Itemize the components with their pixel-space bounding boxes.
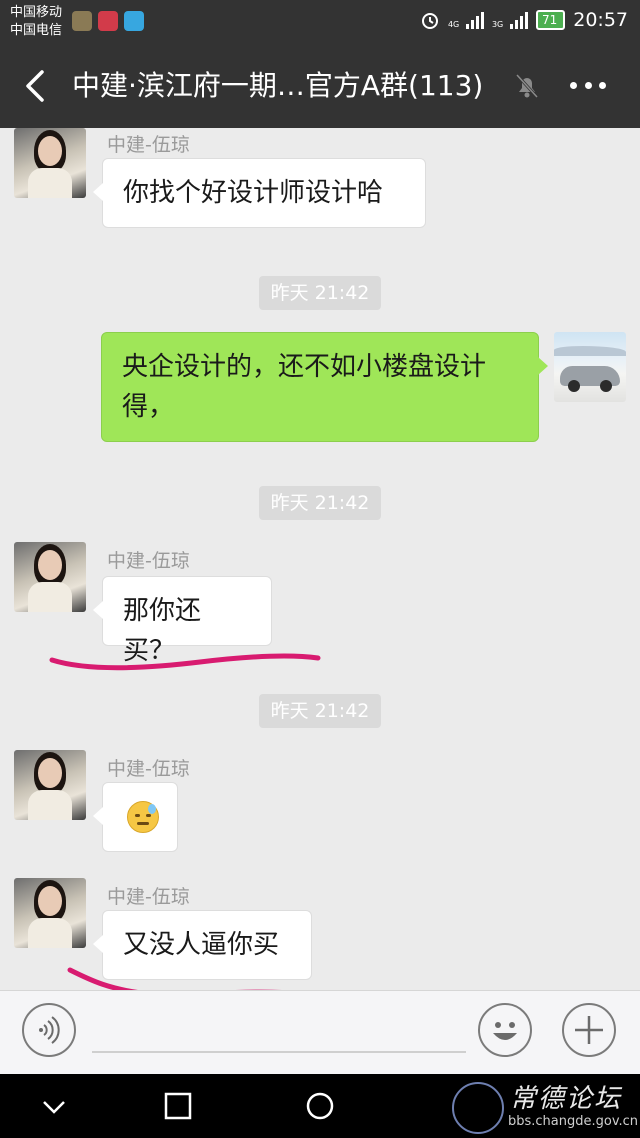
message-text-line-1: 央企设计的，还不如小楼盘设计	[122, 352, 487, 382]
plus-icon[interactable]	[562, 1003, 616, 1057]
signal-3g-icon: 3G	[492, 11, 528, 29]
underline-annotations	[49, 653, 321, 990]
mute-icon	[515, 73, 539, 99]
message-text: 你找个好设计师设计哈	[123, 178, 384, 208]
chat-area[interactable]: 中建-伍琼 你找个好设计师设计哈 昨天 21:42 央企设计的，还不如小楼盘设计…	[0, 128, 640, 990]
carrier-1: 中国移动	[10, 5, 63, 20]
sender-name: 中建-伍琼	[107, 134, 190, 156]
app-notification-icon	[72, 11, 92, 31]
message-text: 那你还买？	[123, 596, 202, 666]
nav-back-icon[interactable]	[38, 1090, 70, 1122]
timestamp: 昨天 21:42	[259, 486, 381, 520]
notification-icons	[72, 11, 144, 31]
status-bar: 中国移动 中国电信 4G 3G 71 20:57	[0, 0, 640, 44]
battery-icon: 71	[535, 10, 566, 30]
timestamp: 昨天 21:42	[259, 694, 381, 728]
network-1-label: 4G	[447, 20, 460, 29]
forum-logo-icon	[452, 1082, 504, 1134]
message-bubble[interactable]: 你找个好设计师设计哈	[93, 158, 426, 228]
watermark-title: 常德论坛	[510, 1084, 623, 1114]
nav-home-icon[interactable]	[304, 1090, 336, 1122]
video-app-icon	[124, 11, 144, 31]
message-text-line-2: 得，	[122, 392, 175, 422]
message-bubble[interactable]: 那你还买？	[93, 576, 272, 666]
my-message-bubble[interactable]: 央企设计的，还不如小楼盘设计 得，	[101, 332, 548, 442]
message-input[interactable]	[92, 1011, 466, 1053]
network-2-label: 3G	[491, 20, 504, 29]
back-icon[interactable]	[22, 68, 50, 104]
carrier-info: 中国移动 中国电信	[10, 4, 62, 40]
sender-name: 中建-伍琼	[107, 886, 190, 908]
avatar[interactable]	[14, 542, 86, 612]
timestamp: 昨天 21:42	[259, 276, 381, 310]
message-text: 又没人逼你买	[123, 930, 280, 960]
watermark-url: bbs.changde.gov.cn	[508, 1114, 639, 1129]
my-avatar[interactable]	[554, 332, 626, 402]
more-icon[interactable]	[570, 82, 606, 90]
emoji-icon[interactable]	[478, 1003, 532, 1057]
message-bubble[interactable]	[93, 782, 178, 852]
forum-watermark: 常德论坛 bbs.changde.gov.cn	[452, 1076, 640, 1136]
battery-level: 71	[541, 13, 558, 27]
avatar[interactable]	[14, 750, 86, 820]
voice-icon[interactable]	[22, 1003, 76, 1057]
avatar[interactable]	[14, 878, 86, 948]
message-bubble[interactable]: 又没人逼你买	[93, 910, 312, 980]
clock: 20:57	[573, 9, 628, 31]
sweat-face-emoji-icon	[127, 801, 159, 833]
input-bar	[0, 990, 640, 1075]
sender-name: 中建-伍琼	[107, 758, 190, 780]
sender-name: 中建-伍琼	[107, 550, 190, 572]
avatar[interactable]	[14, 128, 86, 198]
underline-annotation	[49, 653, 321, 671]
carrier-2: 中国电信	[10, 23, 63, 38]
nav-recent-apps-icon[interactable]	[162, 1090, 194, 1122]
alarm-icon	[421, 13, 438, 29]
chat-title: 中建·滨江府一期…官方A群(113)	[72, 69, 484, 102]
signal-4g-icon: 4G	[448, 11, 484, 29]
chat-header: 中建·滨江府一期…官方A群(113)	[0, 44, 640, 128]
shopping-app-icon	[98, 11, 118, 31]
